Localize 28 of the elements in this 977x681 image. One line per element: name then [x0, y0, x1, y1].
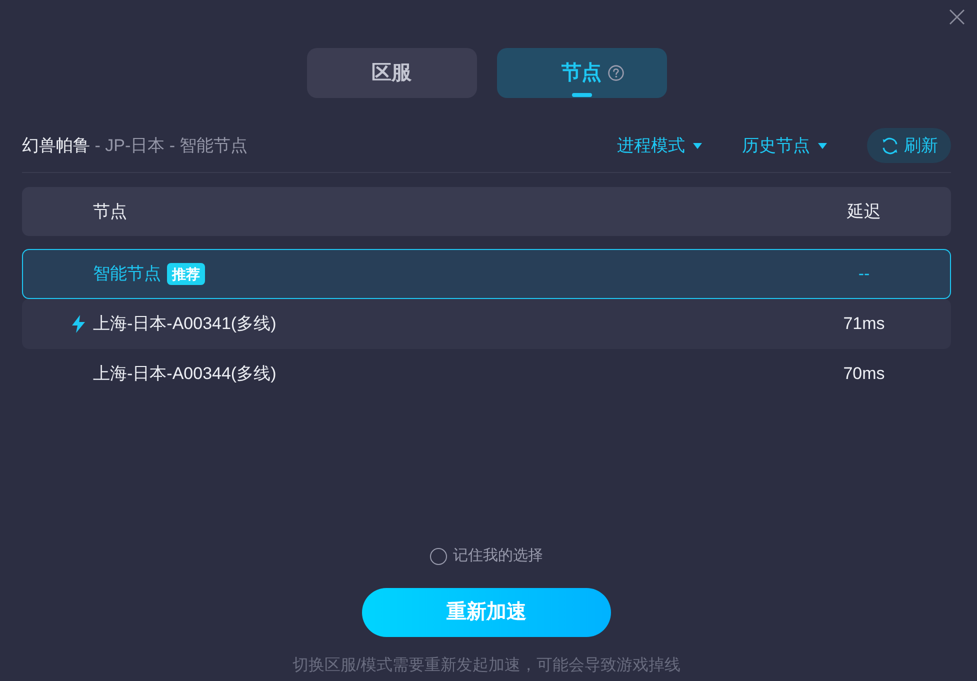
latency-value: 70ms [842, 363, 886, 386]
column-header: 节点 [92, 200, 127, 223]
refresh-button[interactable]: 刷新 [867, 128, 951, 163]
refresh-icon [880, 136, 900, 156]
tab-indicator-icon [572, 93, 592, 97]
remember-choice-radio[interactable]: 记住我的选择 [430, 545, 543, 568]
latency-value: 71ms [842, 313, 886, 336]
caret-icon [693, 142, 702, 148]
node-name: 上海-日本-A00341(多线) [93, 313, 276, 336]
close-icon[interactable] [949, 9, 965, 25]
table-row[interactable]: 上海-日本-A00344(多线) 70ms [22, 349, 951, 399]
latency-value: -- [857, 263, 871, 286]
breadcrumb-text: 幻兽帕鲁 - JP-日本 - 智能节点 [22, 134, 248, 157]
recommended-badge: 推荐 [167, 263, 205, 285]
dropdown-button[interactable]: 进程模式 [617, 132, 702, 158]
table-row[interactable]: 上海-日本-A00341(多线) 71ms [22, 299, 951, 349]
footer-note: 切换区服/模式需要重新发起加速，可能会导致游戏掉线 [292, 656, 681, 676]
caret-icon [818, 142, 827, 148]
tab[interactable]: 区服 [306, 48, 476, 98]
help-icon[interactable] [608, 65, 624, 81]
column-header: 延迟 [846, 200, 882, 223]
tab[interactable]: 节点 [496, 48, 666, 98]
dropdown-button[interactable]: 历史节点 [742, 132, 827, 158]
radio-icon[interactable] [430, 548, 447, 565]
node-name: 上海-日本-A00344(多线) [93, 363, 276, 386]
node-name: 智能节点 [93, 263, 161, 286]
table-row[interactable]: 智能节点 推荐 -- [22, 249, 951, 299]
lightning-bolt-icon [72, 315, 85, 333]
